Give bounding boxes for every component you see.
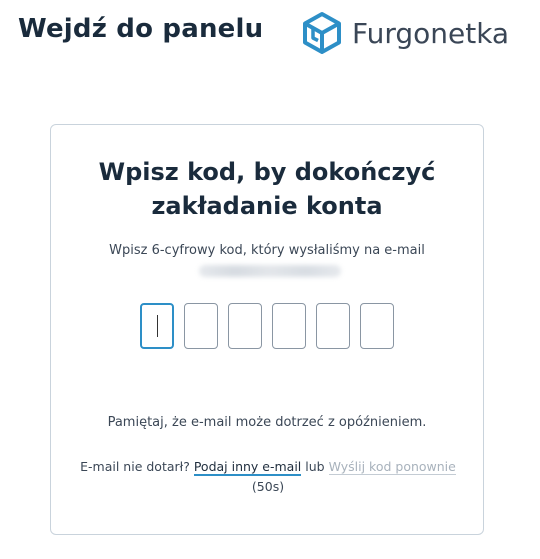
brand-logo[interactable]: Furgonetka	[300, 10, 509, 56]
code-digit-2[interactable]	[184, 303, 218, 349]
page-header: Wejdź do panelu Furgonetka	[0, 0, 540, 70]
furgonetka-box-logo-icon	[303, 12, 341, 54]
card-title: Wpisz kod, by dokończyć zakładanie konta	[51, 155, 483, 223]
redacted-email	[199, 265, 341, 277]
email-not-arrived-text: E-mail nie dotarł?	[80, 459, 190, 474]
change-email-link[interactable]: Podaj inny e-mail	[193, 459, 302, 476]
card-title-line-2: zakładanie konta	[151, 192, 383, 220]
or-text: lub	[305, 459, 325, 474]
card-title-line-1: Wpisz kod, by dokończyć	[98, 158, 436, 186]
verification-code-input-group	[140, 303, 404, 349]
page-title: Wejdź do panelu	[18, 14, 264, 44]
code-digit-6[interactable]	[360, 303, 394, 349]
code-digit-3[interactable]	[228, 303, 262, 349]
verification-card: Wpisz kod, by dokończyć zakładanie konta…	[50, 124, 484, 535]
delay-note: Pamiętaj, że e-mail może dotrzeć z opóźn…	[107, 415, 427, 430]
code-digit-4[interactable]	[272, 303, 306, 349]
resend-section: E-mail nie dotarł? Podaj inny e-mail lub…	[71, 457, 465, 497]
code-digit-1[interactable]	[140, 303, 174, 349]
resend-code-link[interactable]: Wyślij kod ponownie	[328, 459, 456, 475]
code-instruction: Wpisz 6-cyfrowy kod, który wysłaliśmy na…	[109, 243, 425, 258]
code-digit-5[interactable]	[316, 303, 350, 349]
text-caret	[157, 315, 158, 337]
brand-name: Furgonetka	[352, 16, 510, 50]
resend-countdown: (50s)	[251, 479, 285, 494]
